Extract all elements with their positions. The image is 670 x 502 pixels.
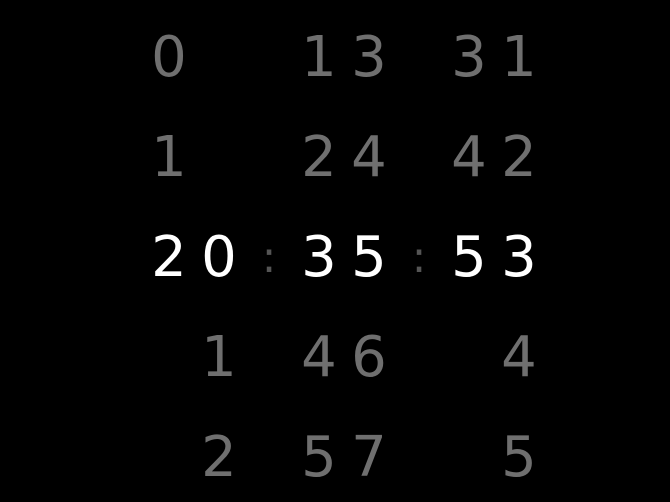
current-hour-ones-digit: 0: [201, 225, 237, 290]
hour-ones-digit: 2: [201, 425, 237, 490]
second-tens-digit: 3: [451, 25, 487, 90]
hour-tens-digit: 0: [151, 25, 187, 90]
second-tens-digit: 4: [451, 125, 487, 190]
minute-ones-digit: 3: [351, 25, 387, 90]
hour-tens-digit: [144, 323, 194, 393]
minute-second-separator: :: [411, 232, 427, 283]
hour-tens-digit: 1: [151, 125, 187, 190]
current-minute-ones-digit: 5: [351, 225, 387, 290]
hour-ones-digit: [194, 23, 244, 93]
current-second-tens-digit: 5: [451, 225, 487, 290]
minute-tens-digit: 2: [301, 125, 337, 190]
minute-tens-digit: 4: [301, 325, 337, 390]
second-ones-digit: 1: [501, 25, 537, 90]
minute-ones-digit: 4: [351, 125, 387, 190]
second-tens-digit: [444, 323, 494, 393]
hour-tens-digit: [144, 423, 194, 493]
hour-ones-digit: [194, 123, 244, 193]
minute-ones-digit: 6: [351, 325, 387, 390]
second-ones-digit: 2: [501, 125, 537, 190]
hour-ones-digit: 1: [201, 325, 237, 390]
minute-tens-digit: 1: [301, 25, 337, 90]
minute-ones-digit: 7: [351, 425, 387, 490]
vertical-digit-clock: 0 1 3 3 1 1 2 4 4 2 2 0 : 3 5 : 5 3 1 4 …: [0, 0, 670, 502]
hour-minute-separator: :: [261, 232, 277, 283]
second-tens-digit: [444, 423, 494, 493]
current-hour-tens-digit: 2: [151, 225, 187, 290]
second-ones-digit: 4: [501, 325, 537, 390]
second-ones-digit: 5: [501, 425, 537, 490]
minute-tens-digit: 5: [301, 425, 337, 490]
current-minute-tens-digit: 3: [301, 225, 337, 290]
current-second-ones-digit: 3: [501, 225, 537, 290]
